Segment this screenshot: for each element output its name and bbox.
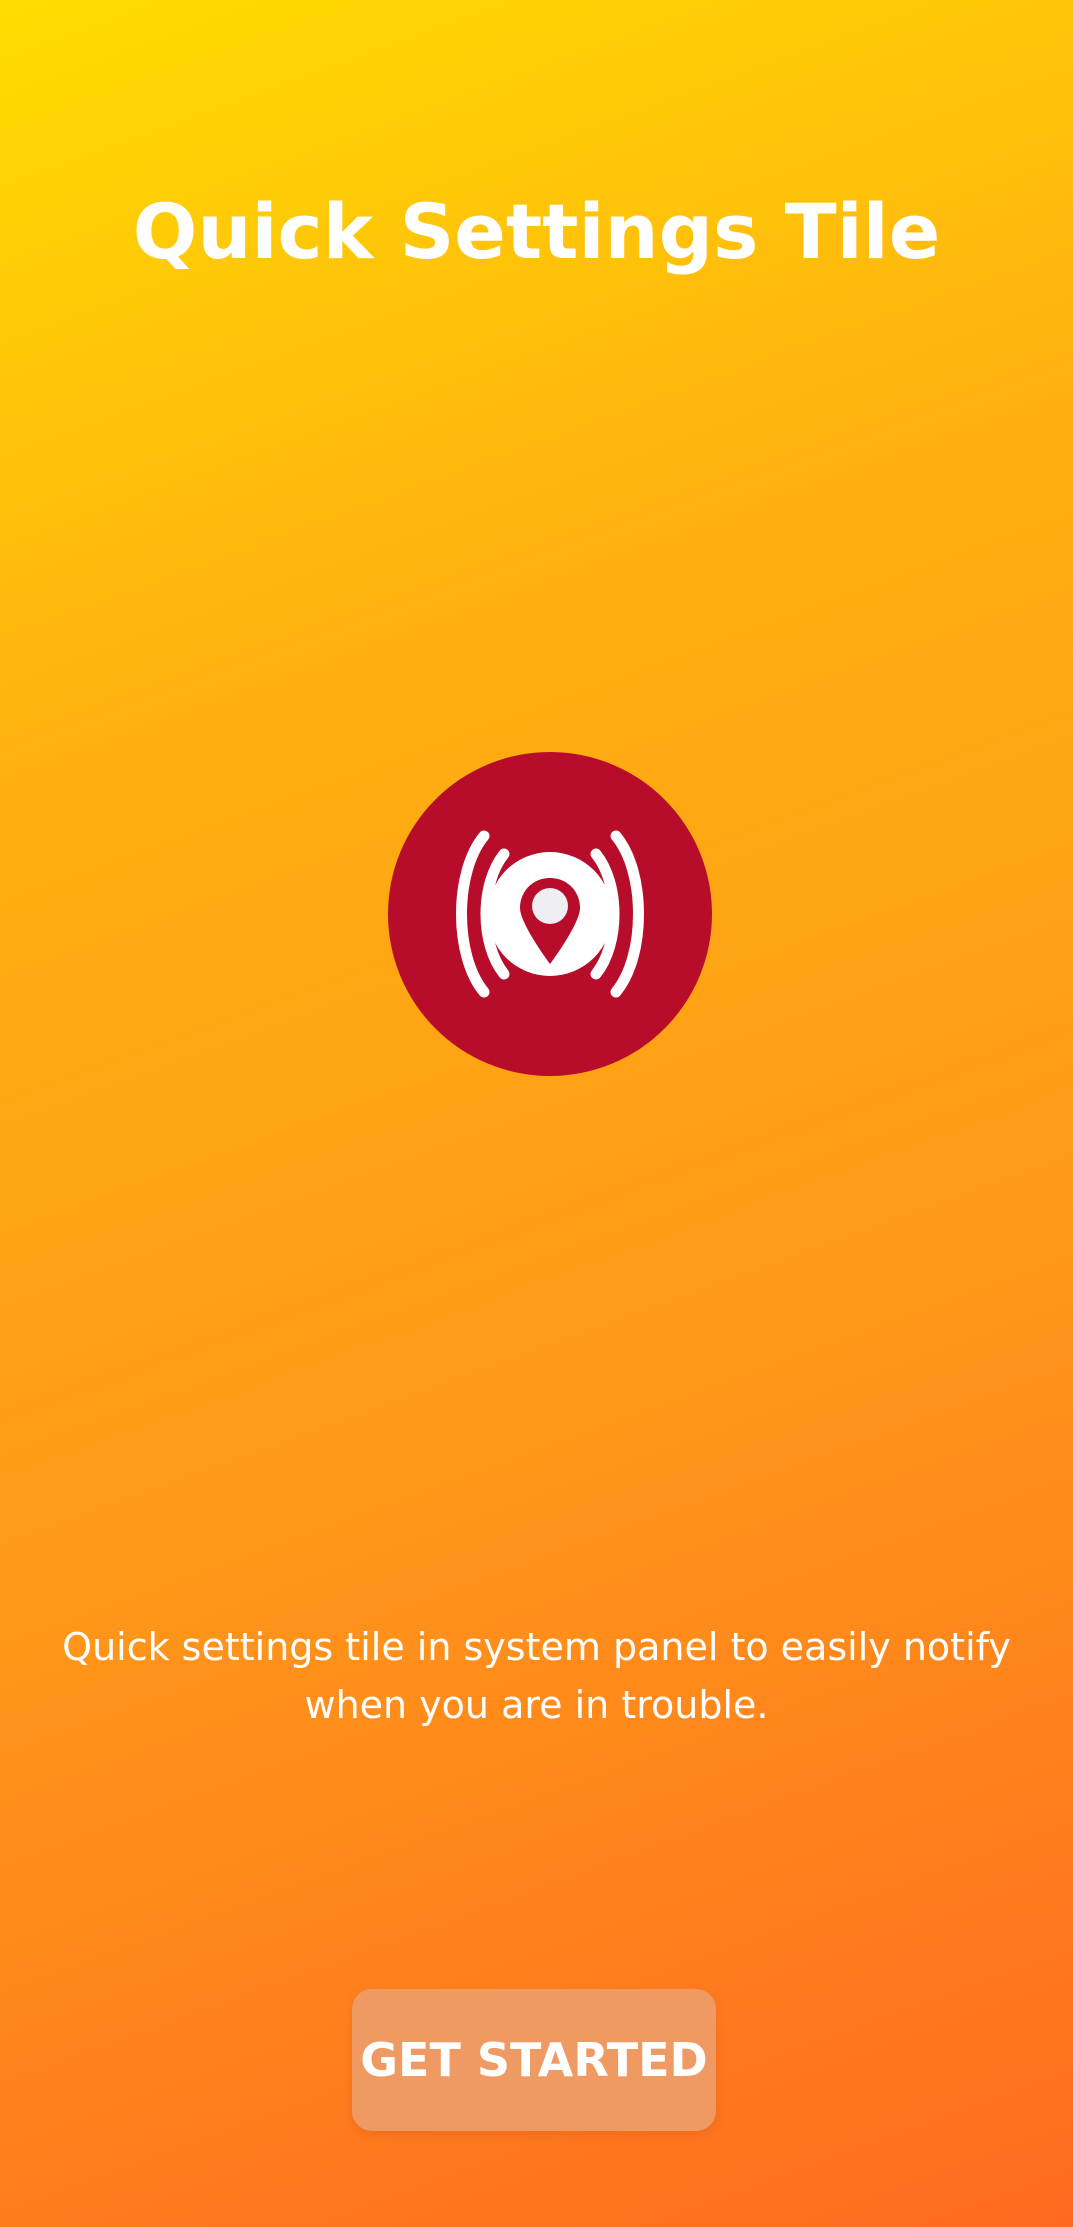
get-started-button[interactable]: GET STARTED [352, 1989, 716, 2131]
location-broadcast-graphic [456, 830, 644, 998]
description-text: Quick settings tile in system panel to e… [62, 1625, 1011, 1727]
location-broadcast-icon [388, 752, 712, 1076]
page-title: Quick Settings Tile [132, 187, 941, 276]
